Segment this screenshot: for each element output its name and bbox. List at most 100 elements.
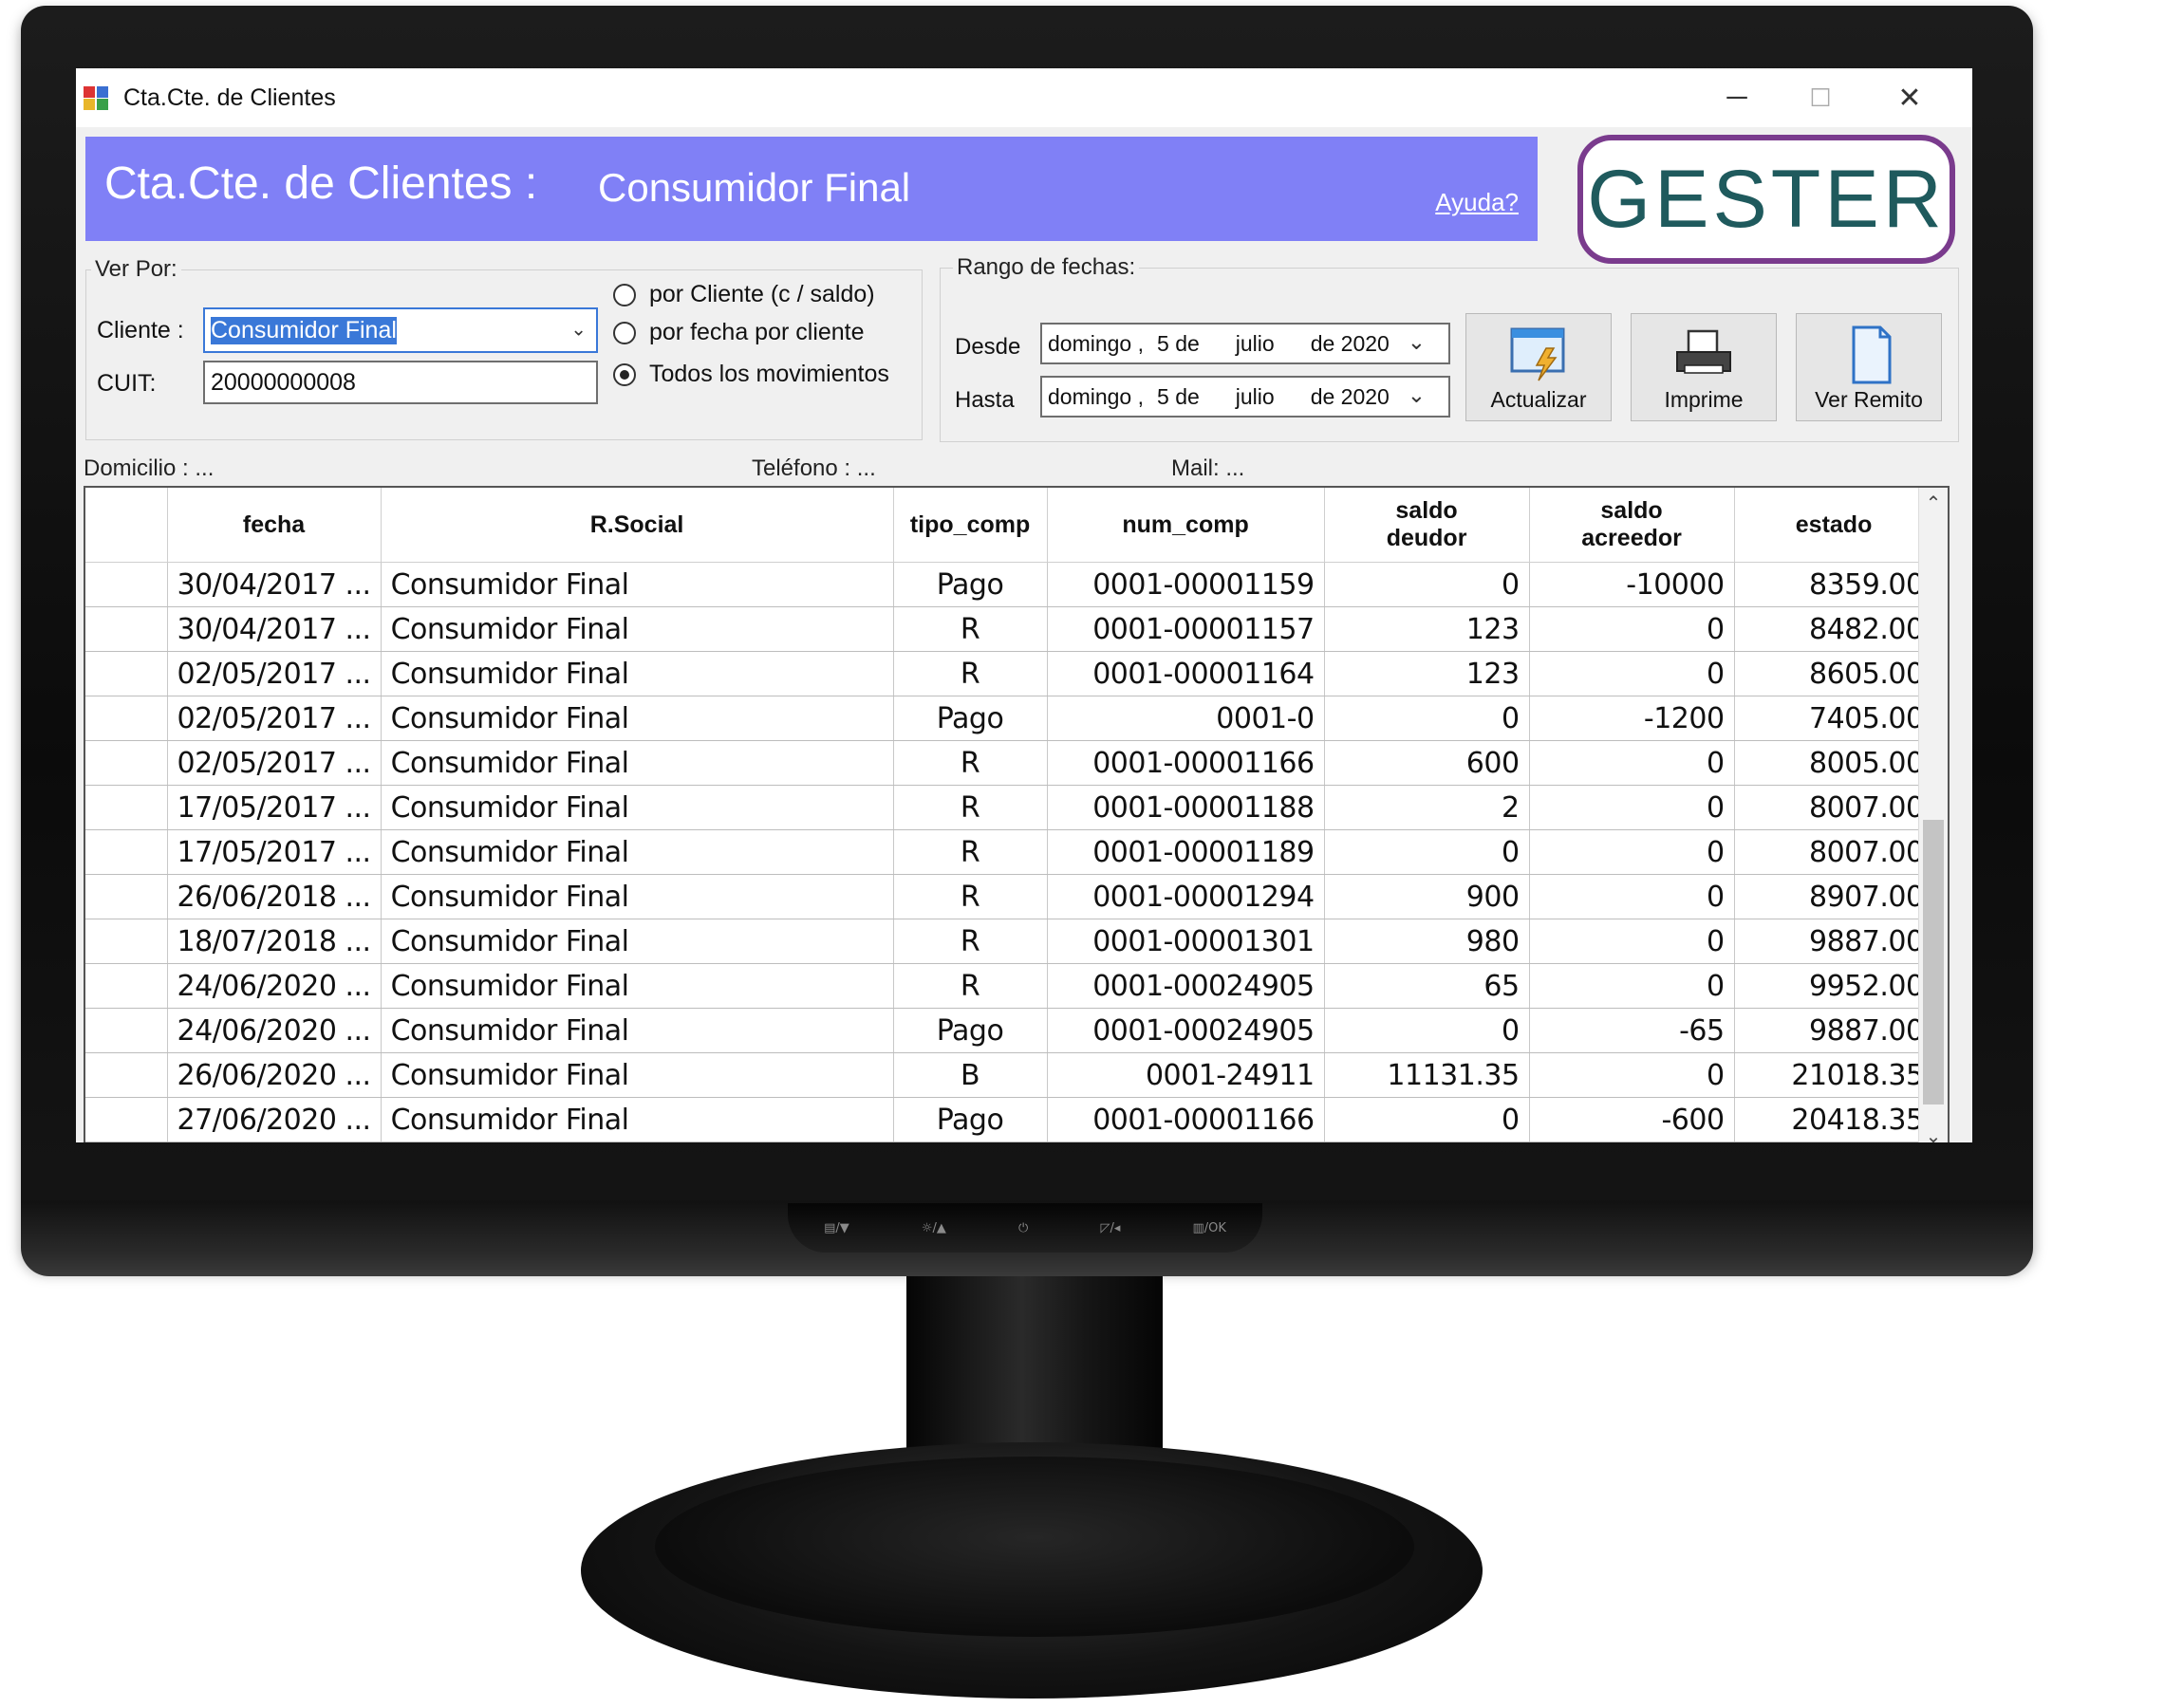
row-selector[interactable] (85, 606, 168, 652)
radio-por-fecha[interactable]: por fecha por cliente (613, 319, 865, 346)
help-link[interactable]: Ayuda? (1435, 188, 1519, 217)
row-selector[interactable] (85, 1008, 168, 1053)
cell-rsocial: Consumidor Final (381, 696, 894, 741)
app-window: Cta.Cte. de Clientes ─ ☐ ✕ Cta.Cte. de C… (76, 68, 1972, 1142)
menu-down-control-icon[interactable]: ▤/▼ (824, 1221, 849, 1235)
column-header-estado[interactable]: estado (1734, 488, 1934, 563)
cell-saldo-deudor: 600 (1324, 740, 1530, 786)
row-selector[interactable] (85, 1052, 168, 1098)
cell-fecha: 27/06/2020 ... (167, 1097, 382, 1142)
desde-year: de 2020 (1310, 330, 1390, 356)
vertical-scrollbar[interactable]: ⌃ ⌄ (1918, 488, 1948, 1142)
row-selector[interactable] (85, 740, 168, 786)
table-row[interactable]: 17/05/2017 ... Consumidor Final R 0001-0000… (85, 829, 1934, 875)
cell-saldo-acreedor: 0 (1529, 963, 1735, 1009)
gester-logo: GESTER (1577, 135, 1955, 264)
row-selector[interactable] (85, 829, 168, 875)
cell-num-comp: 0001-00024905 (1047, 1008, 1325, 1053)
row-selector[interactable] (85, 651, 168, 696)
cell-rsocial: Consumidor Final (381, 963, 894, 1009)
hasta-label: Hasta (955, 387, 1015, 413)
cell-num-comp: 0001-00001188 (1047, 785, 1325, 830)
row-selector[interactable] (85, 1097, 168, 1142)
cell-saldo-deudor: 0 (1324, 1008, 1530, 1053)
chevron-down-icon[interactable]: ⌄ (1408, 329, 1426, 355)
radio-por-cliente[interactable]: por Cliente (c / saldo) (613, 281, 875, 308)
table-row[interactable]: 17/05/2017 ... Consumidor Final R 0001-0000… (85, 785, 1934, 830)
desde-date-picker[interactable]: domingo , 5 de julio de 2020 ⌄ (1040, 323, 1450, 364)
table-row[interactable]: 02/05/2017 ... Consumidor Final Pago 0001-0… (85, 696, 1934, 741)
cell-tipo-comp: R (893, 740, 1048, 786)
hasta-date-picker[interactable]: domingo , 5 de julio de 2020 ⌄ (1040, 376, 1450, 418)
scroll-up-icon[interactable]: ⌃ (1919, 492, 1948, 515)
table-row[interactable]: 30/04/2017 ... Consumidor Final R 0001-0000… (85, 606, 1934, 652)
close-icon: ✕ (1897, 82, 1922, 114)
cliente-dropdown[interactable]: Consumidor Final ⌄ (203, 307, 598, 353)
table-row[interactable]: 26/06/2018 ... Consumidor Final R 0001-0000… (85, 874, 1934, 919)
row-selector[interactable] (85, 785, 168, 830)
minimize-button[interactable]: ─ (1699, 76, 1775, 120)
table-row[interactable]: 24/06/2020 ... Consumidor Final R 0001-0002… (85, 963, 1934, 1009)
chevron-down-icon[interactable]: ⌄ (1408, 382, 1426, 408)
desde-weekday: domingo , (1048, 330, 1145, 356)
desde-day: 5 de (1157, 330, 1200, 356)
power-button-icon[interactable]: ⏻ (1018, 1221, 1028, 1235)
close-button[interactable]: ✕ (1872, 76, 1948, 120)
table-row[interactable]: 30/04/2017 ... Consumidor Final Pago 0001-0… (85, 562, 1934, 607)
table-row[interactable]: 02/05/2017 ... Consumidor Final R 0001-0000… (85, 740, 1934, 786)
cell-saldo-deudor: 65 (1324, 963, 1530, 1009)
table-row[interactable]: 02/05/2017 ... Consumidor Final R 0001-0000… (85, 651, 1934, 696)
row-selector[interactable] (85, 919, 168, 964)
column-header-num-comp[interactable]: num_comp (1047, 488, 1325, 563)
column-header-rsocial[interactable]: R.Social (381, 488, 894, 563)
cell-saldo-deudor: 0 (1324, 1097, 1530, 1142)
scroll-down-icon[interactable]: ⌄ (1919, 1124, 1948, 1142)
row-selector[interactable] (85, 874, 168, 919)
cell-saldo-acreedor: 0 (1529, 1052, 1735, 1098)
cell-saldo-acreedor: -10000 (1529, 562, 1735, 607)
radio-todos-movimientos[interactable]: Todos los movimientos (613, 361, 889, 388)
table-row[interactable]: 26/06/2020 ... Consumidor Final B 0001-2491… (85, 1052, 1934, 1098)
cell-estado: 8482.00 (1734, 606, 1934, 652)
cell-fecha: 30/04/2017 ... (167, 606, 382, 652)
column-header-fecha[interactable]: fecha (167, 488, 382, 563)
cell-saldo-acreedor: 0 (1529, 651, 1735, 696)
brightness-up-control-icon[interactable]: ☼/▲ (922, 1221, 946, 1235)
cliente-label: Cliente : (97, 317, 184, 343)
column-header-saldo-deudor[interactable]: saldo deudor (1324, 488, 1530, 563)
imprime-label: Imprime (1664, 387, 1744, 412)
cell-saldo-acreedor: 0 (1529, 785, 1735, 830)
row-selector[interactable] (85, 696, 168, 741)
input-back-control-icon[interactable]: ◸/◂ (1100, 1221, 1120, 1235)
cell-rsocial: Consumidor Final (381, 562, 894, 607)
actualizar-button[interactable]: Actualizar (1465, 313, 1612, 421)
cell-tipo-comp: Pago (893, 1097, 1048, 1142)
cuit-field[interactable]: 20000000008 (203, 361, 598, 404)
row-selector[interactable] (85, 562, 168, 607)
column-header-saldo-acreedor[interactable]: saldo acreedor (1529, 488, 1735, 563)
movements-table[interactable]: fecha R.Social tipo_comp num_comp saldo … (84, 486, 1950, 1142)
cell-saldo-deudor: 0 (1324, 829, 1530, 875)
cell-rsocial: Consumidor Final (381, 1008, 894, 1053)
column-header-tipo-comp[interactable]: tipo_comp (893, 488, 1048, 563)
imprime-button[interactable]: Imprime (1631, 313, 1777, 421)
radio-todos-label: Todos los movimientos (649, 361, 889, 387)
cell-tipo-comp: R (893, 874, 1048, 919)
cell-tipo-comp: Pago (893, 1008, 1048, 1053)
cell-fecha: 17/05/2017 ... (167, 829, 382, 875)
scrollbar-thumb[interactable] (1923, 820, 1944, 1105)
radio-por-cliente-label: por Cliente (c / saldo) (649, 281, 875, 307)
chevron-down-icon: ⌄ (570, 319, 587, 341)
source-ok-control-icon[interactable]: ▥/OK (1192, 1221, 1225, 1235)
document-icon (1842, 324, 1895, 391)
ver-remito-button[interactable]: Ver Remito (1796, 313, 1942, 421)
cell-num-comp: 0001-00001166 (1047, 740, 1325, 786)
cell-num-comp: 0001-00001157 (1047, 606, 1325, 652)
row-selector[interactable] (85, 963, 168, 1009)
table-row[interactable]: 18/07/2018 ... Consumidor Final R 0001-0000… (85, 919, 1934, 964)
cell-saldo-deudor: 123 (1324, 606, 1530, 652)
maximize-button[interactable]: ☐ (1782, 76, 1858, 120)
table-row[interactable]: 24/06/2020 ... Consumidor Final Pago 0001-0… (85, 1008, 1934, 1053)
page-title: Cta.Cte. de Clientes : (104, 158, 538, 209)
table-row[interactable]: 27/06/2020 ... Consumidor Final Pago 0001-0… (85, 1097, 1934, 1142)
